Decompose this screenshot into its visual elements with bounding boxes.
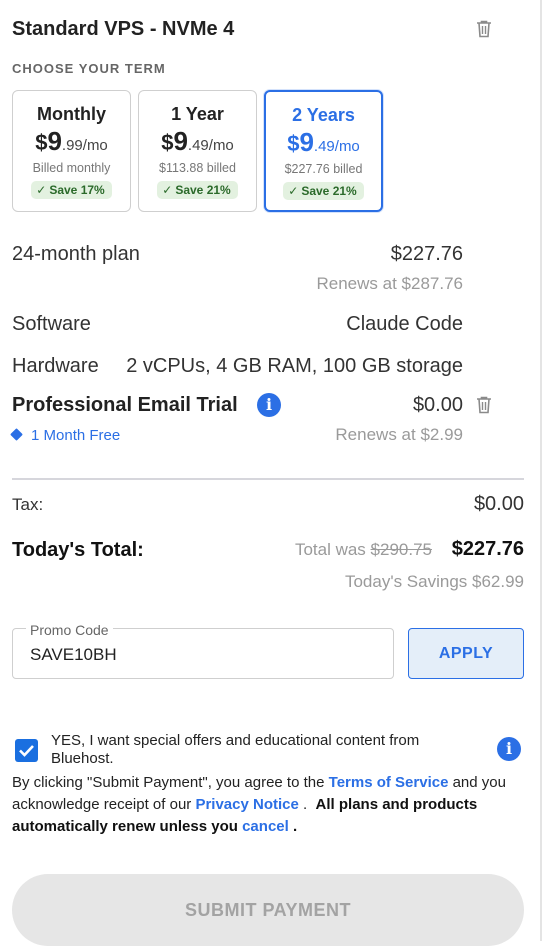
- product-title: Standard VPS - NVMe 4: [12, 18, 235, 40]
- legal-text: By clicking "Submit Payment", you agree …: [12, 774, 506, 835]
- info-icon[interactable]: i: [257, 393, 281, 417]
- tax-value: $0.00: [473, 493, 524, 515]
- total-value: $227.76: [451, 538, 524, 560]
- term-price: $9.49/mo: [161, 126, 234, 156]
- checkout-panel: Standard VPS - NVMe 4 CHOOSE YOUR TERM M…: [0, 0, 542, 946]
- save-badge: ✓ Save 17%: [31, 181, 112, 199]
- term-option-2-years[interactable]: 2 Years $9.49/mo $227.76 billed ✓ Save 21…: [264, 90, 383, 212]
- tag-icon: [10, 427, 23, 441]
- term-billed: Billed monthly: [32, 161, 111, 175]
- software-value: Claude Code: [346, 313, 463, 335]
- term-price: $9.99/mo: [35, 126, 108, 156]
- plan-label: 24-month plan: [12, 243, 140, 265]
- email-trial-renews: Renews at $2.99: [335, 425, 463, 444]
- save-badge: ✓ Save 21%: [157, 181, 238, 199]
- email-trial-tag: 1 Month Free: [10, 427, 120, 444]
- email-trial-title: Professional Email Trial: [12, 394, 238, 416]
- save-badge: ✓ Save 21%: [283, 182, 364, 200]
- check-icon: ✓: [36, 183, 47, 197]
- trash-icon[interactable]: [476, 20, 492, 38]
- info-icon[interactable]: i: [497, 737, 521, 761]
- promo-label: Promo Code: [26, 622, 113, 638]
- apply-button[interactable]: APPLY: [408, 628, 524, 679]
- software-label: Software: [12, 313, 91, 335]
- submit-payment-button[interactable]: SUBMIT PAYMENT: [12, 874, 524, 946]
- plan-price: $227.76: [390, 243, 463, 265]
- term-billed: $227.76 billed: [284, 162, 363, 176]
- term-option-monthly[interactable]: Monthly $9.99/mo Billed monthly ✓ Save 17…: [12, 90, 131, 212]
- privacy-notice-link[interactable]: Privacy Notice: [195, 796, 298, 813]
- promo-input[interactable]: [30, 645, 370, 665]
- term-price: $9.49/mo: [287, 127, 360, 157]
- check-icon: [19, 745, 34, 757]
- hardware-value: 2 vCPUs, 4 GB RAM, 100 GB storage: [126, 355, 463, 377]
- consent-text: YES, I want special offers and education…: [51, 732, 420, 767]
- check-icon: ✓: [288, 184, 299, 198]
- todays-savings: Today's Savings $62.99: [344, 572, 524, 591]
- term-name: 1 Year: [171, 104, 224, 124]
- check-icon: ✓: [162, 183, 173, 197]
- term-option-1-year[interactable]: 1 Year $9.49/mo $113.88 billed ✓ Save 21%: [138, 90, 257, 212]
- term-name: 2 Years: [292, 105, 355, 125]
- cancel-link[interactable]: cancel: [242, 818, 289, 835]
- summary-divider: [12, 478, 524, 480]
- total-was: Total was $290.75: [294, 540, 432, 559]
- consent-checkbox[interactable]: [15, 739, 38, 762]
- term-billed: $113.88 billed: [159, 161, 236, 175]
- hardware-label: Hardware: [12, 355, 99, 377]
- trash-icon[interactable]: [476, 396, 492, 414]
- term-name: Monthly: [37, 104, 106, 124]
- choose-term-label: CHOOSE YOUR TERM: [12, 61, 166, 76]
- total-label: Today's Total:: [12, 539, 144, 561]
- terms-of-service-link[interactable]: Terms of Service: [329, 774, 449, 791]
- tax-label: Tax:: [12, 495, 44, 514]
- plan-renews: Renews at $287.76: [316, 274, 464, 293]
- email-trial-price: $0.00: [412, 394, 463, 416]
